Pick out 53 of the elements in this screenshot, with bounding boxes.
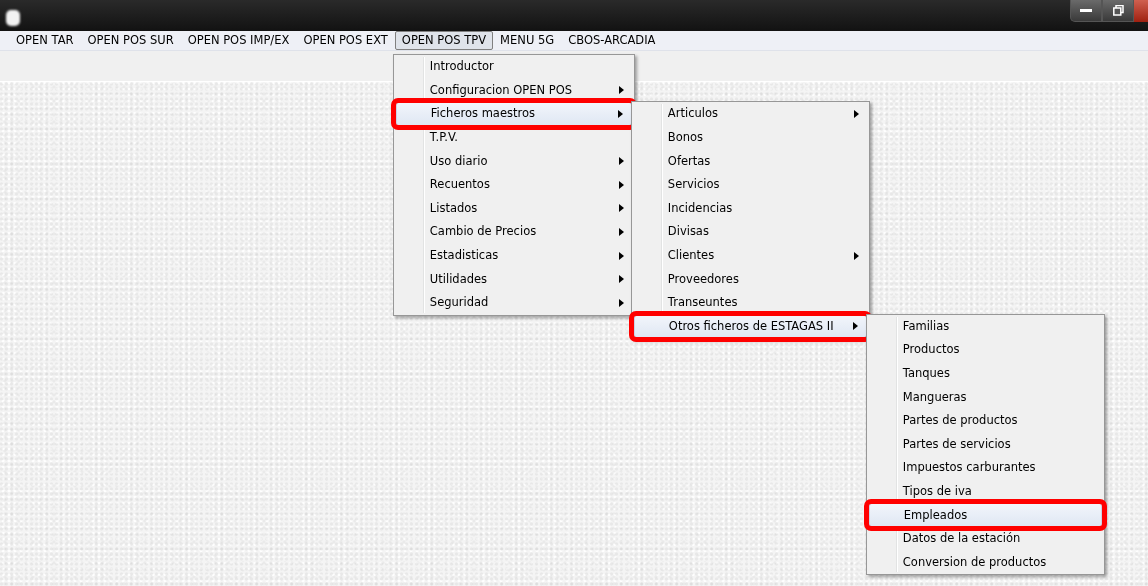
menu-item[interactable]: Mangueras [868,385,1102,409]
minimize-button[interactable] [1070,0,1102,22]
menu-item[interactable]: Familias [868,314,1102,339]
submenu-arrow-icon [618,251,624,260]
submenu-arrow-icon [618,227,624,236]
menu-item[interactable]: T.P.V. [395,125,632,150]
menu-bar-item[interactable]: CBOS-ARCADIA [561,31,663,50]
menu-bar-item[interactable]: MENU 5G [493,31,562,50]
menu-item[interactable]: Conversion de productos [868,550,1102,575]
menu-item[interactable]: Clientes [633,243,867,268]
submenu-arrow-icon [618,275,624,284]
menu-item[interactable]: Tanques [868,361,1102,386]
submenu-arrow-icon [618,204,624,213]
menu-item[interactable]: Tipos de iva [868,479,1102,504]
menu-item[interactable]: Proveedores [633,267,867,291]
menu-item[interactable]: Servicios [633,172,867,197]
menu-item[interactable]: Ofertas [633,149,867,173]
menu-item[interactable]: Utilidades [395,267,632,291]
menu-bar-item[interactable]: OPEN POS IMP/EX [180,31,297,50]
menu-bar-item[interactable]: OPEN TAR [9,31,81,50]
menu-item[interactable]: Bonos [633,125,867,150]
menu-item[interactable]: Partes de servicios [868,432,1102,457]
menu-bar-item[interactable]: OPEN POS EXT [296,31,395,50]
menu-item[interactable]: Partes de productos [868,408,1102,433]
restore-button[interactable] [1102,0,1134,22]
menu-item[interactable]: Uso diario [395,149,632,173]
menu-item[interactable]: Divisas [633,220,867,244]
submenu-arrow-icon [853,110,859,118]
submenu-arrow-icon [853,251,859,260]
submenu-arrow-icon [852,322,858,331]
menu-item[interactable]: Estadisticas [395,243,632,268]
menu-item[interactable]: Transeuntes [633,290,867,315]
menu-item[interactable]: Incidencias [633,196,867,221]
menu-bar-item[interactable]: OPEN POS TPV [394,31,494,50]
submenu-arrow-icon [617,110,623,118]
menu-item[interactable]: Configuracion OPEN POS [395,78,632,103]
menu-item[interactable]: Datos de la estación [868,526,1102,551]
menu-item[interactable]: Impuestos carburantes [868,456,1102,480]
menu-item[interactable]: Seguridad [395,290,632,315]
menu-item[interactable]: Listados [395,196,632,221]
app-icon [6,10,20,26]
submenu-arrow-icon [618,180,624,189]
submenu-arrow-icon [618,157,624,166]
menu-bar-item[interactable]: OPEN POS SUR [80,31,181,50]
restore-icon [1112,5,1124,16]
menu-item[interactable]: Cambio de Precios [395,220,632,244]
menu-item[interactable]: Introductor [395,55,632,79]
minimize-icon [1080,8,1092,13]
submenu-arrow-icon [618,86,624,95]
menu-item[interactable]: Articulos [633,102,867,126]
menu-item[interactable]: Recuentos [395,172,632,197]
menu-item[interactable]: Productos [868,338,1102,362]
submenu-arrow-icon [618,298,624,307]
